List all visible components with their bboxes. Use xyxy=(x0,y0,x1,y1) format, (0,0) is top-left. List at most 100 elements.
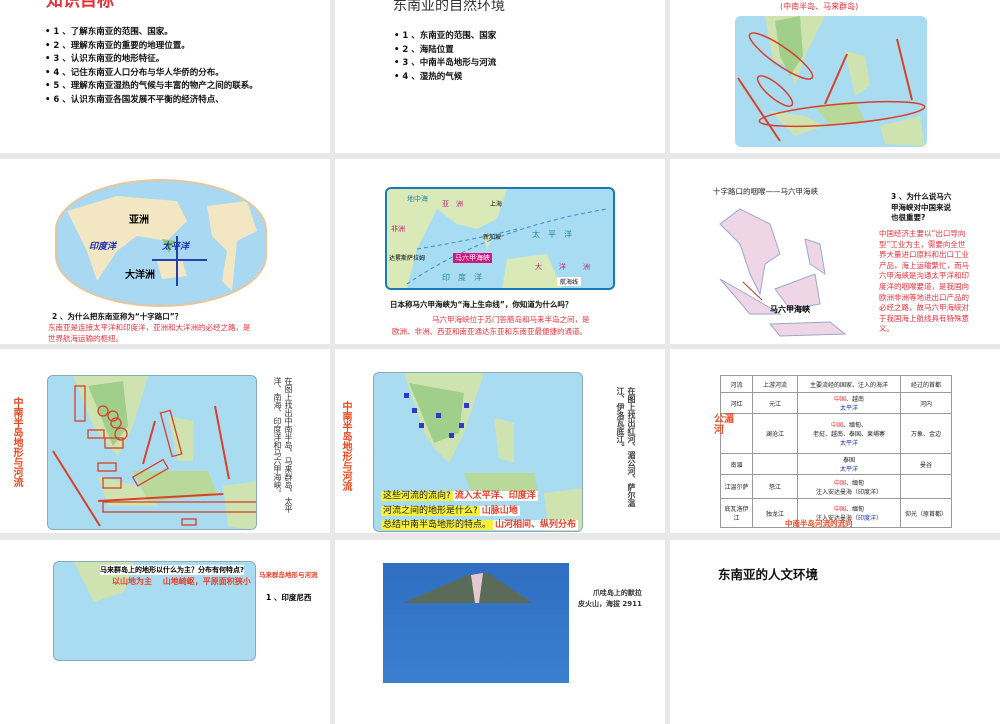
answer-line: 六甲海峡是沟通太平洋和印 xyxy=(879,271,969,281)
slide-1[interactable]: 知识目标 • 1 、了解东南亚的范围、国家。 • 2 、理解东南亚的重要的地理位… xyxy=(0,0,330,153)
answer-line: 欧洲、非洲、西亚和南亚通达东亚和东南亚最便捷的通道。 xyxy=(392,327,587,336)
map-label-asia: 亚洲 xyxy=(129,215,149,226)
slide-title: 东南亚的自然环境 xyxy=(393,0,505,14)
cell: 中国、缅甸 注入安达曼海（印度洋） xyxy=(797,474,901,499)
question: 马来群岛上的地形以什么为主？分布有何特点? xyxy=(100,565,245,575)
list-item: 1 、印度尼西 xyxy=(266,593,312,602)
table-header: 上游河流 xyxy=(752,375,798,393)
qa-question: 这些河流的流向? xyxy=(381,491,453,501)
instruction-text: 在图上找出中南半岛、马来群岛、太平洋、南海、印度洋和马六甲海峡。 xyxy=(273,377,293,513)
photo-caption: 爪哇岛上的默拉 皮火山，海拔 2911 xyxy=(578,588,642,610)
map-label: 新加坡 xyxy=(483,234,502,241)
slide-7[interactable]: 中南半岛地形与河流 在图上找出中南半岛、马来群岛、太平洋、南海、印度洋和马六甲海 xyxy=(0,349,330,533)
slide-6[interactable]: 十字路口的咽喉——马六甲海峡 马六甲海峡 3 、为什么说马六 甲海峡对中国来说 … xyxy=(670,159,1000,344)
list-item: • 3 、中南半岛地形与河流 xyxy=(394,58,497,69)
map-label-oceania: 大洋洲 xyxy=(125,270,155,281)
list-item: • 2 、理解东南亚的重要的地理位置。 xyxy=(45,40,190,51)
answer-line: 型”工业为主，需要向全世 xyxy=(879,239,966,249)
qa-row: 总结中南半岛地形的特点。 山河相间、纵列分布 xyxy=(381,516,579,531)
answer-line: 马六甲海峡位于苏门答腊岛和马来半岛之间，是 xyxy=(432,315,590,324)
answer-line: 于我国海上航线具有特殊意 xyxy=(879,313,969,323)
slide-8[interactable]: 中南半岛地形与河流 这些河流的流向? 流入太平洋、印度洋 河流之间的地形是什么? 山… xyxy=(335,349,665,533)
table-header: 河流 xyxy=(720,375,753,393)
slide-2[interactable]: 东南亚的自然环境 • 1 、东南亚的范围、国家 • 2 、海陆位置 • 3 、中… xyxy=(335,0,665,153)
cell: 曼谷 xyxy=(900,453,952,475)
table-row: 江温尔萨 怒江 中国、缅甸 注入安达曼海（印度洋） xyxy=(720,474,952,499)
question-line: 3 、为什么说马六 xyxy=(891,192,952,201)
slide-5[interactable]: 地中海 亚 洲 上海 非洲 新加坡 达累斯萨拉姆 马六甲海峡 太 平 洋 印 度… xyxy=(335,159,665,344)
side-label: 公湄河 xyxy=(714,414,734,436)
cell: 澜沧江 xyxy=(752,413,798,454)
qa-answer: 流入太平洋、印度洋 xyxy=(452,491,538,501)
legend-shipping-line: 航海线 xyxy=(557,277,582,286)
list-item: • 1 、了解东南亚的范围、国家。 xyxy=(45,27,173,37)
list-item: • 3 、认识东南亚的地形特征。 xyxy=(45,54,165,65)
cell: 仰光（原首都） xyxy=(900,498,952,528)
qa-answer: 山脉山地 xyxy=(479,506,520,516)
cell: 元江 xyxy=(752,392,798,414)
instruction-text: 在图上找出红河、湄公河、萨尔温江、伊洛瓦底江。 xyxy=(616,387,636,507)
cell xyxy=(752,453,798,475)
table-row: 南湄 泰国 太平洋 曼谷 xyxy=(720,453,952,475)
slide-title: 东南亚的人文环境 xyxy=(718,567,819,582)
question-line: 甲海峡对中国来说 xyxy=(891,202,951,212)
slide-subtitle: (中南半岛、马来群岛) xyxy=(780,2,859,11)
qa-row: 河流之间的地形是什么? 山脉山地 xyxy=(381,502,520,517)
cell: 中国、缅甸、 老挝、越南、泰国、柬埔寨 太平洋 xyxy=(797,413,901,454)
slide-4[interactable]: 亚洲 印度洋 太平洋 大洋洲 2 、为什么把东南亚称为“十字路口”？ 东南亚是连… xyxy=(0,159,330,344)
list-item: • 5 、理解东南亚湿热的气候与丰富的物产之间的联系。 xyxy=(45,81,258,92)
cell: 南湄 xyxy=(720,453,753,475)
map-label: 非洲 xyxy=(391,225,405,233)
answer-line: 中国经济主要以“出口导向 xyxy=(879,229,966,238)
cell: 河内 xyxy=(900,392,952,414)
list-item: • 6 、认识东南亚各国发展不平衡的经济特点、 xyxy=(45,94,224,105)
answer-line: 欧洲非洲等地进出口产品的 xyxy=(879,292,969,302)
slide-title: 十字路口的咽喉——马六甲海峡 xyxy=(713,187,818,196)
cell: 底瓦洛伊江 xyxy=(720,498,753,528)
slide-title: 知识目标 xyxy=(46,0,114,11)
map-label: 洲 xyxy=(583,263,590,271)
cell: 怒江 xyxy=(752,474,798,499)
answer-line: 度洋的咽喉要道，是我国向 xyxy=(879,281,969,291)
cell: 河红 xyxy=(720,392,753,414)
answer-line: 必经之路，故马六甲海峡对 xyxy=(879,303,969,313)
cell: 泰国 太平洋 xyxy=(797,453,901,475)
objectives-list: • 1 、了解东南亚的范围、国家。 • 2 、理解东南亚的重要的地理位置。 • … xyxy=(45,26,258,108)
volcano-photo xyxy=(383,563,569,683)
map-label: 印 度 洋 xyxy=(442,273,482,282)
slide-9[interactable]: 河流 上游河流 主要流经的国家、注入的海洋 经过的首都 河红 元江 中国、越南太… xyxy=(670,349,1000,533)
malacca-map xyxy=(719,208,847,337)
strait-label: 马六甲海峡 xyxy=(453,253,492,263)
slide-12[interactable]: 东南亚的人文环境 xyxy=(670,540,1000,724)
list-item: • 4 、湿热的气候 xyxy=(394,71,463,82)
outline-list: • 1 、东南亚的范围、国家 • 2 、海陆位置 • 3 、中南半岛地形与河流 … xyxy=(394,30,496,84)
answer-line: 义。 xyxy=(879,324,894,334)
cell: 江温尔萨 xyxy=(720,474,753,499)
table-header: 经过的首都 xyxy=(900,375,952,393)
list-item: • 2 、海陆位置 xyxy=(394,44,454,55)
slide-10[interactable]: 马来群岛上的地形以什么为主？分布有何特点? 以山地为主 山地崎岖，平原面积狭小 … xyxy=(0,540,330,724)
answer: 以山地为主 山地崎岖，平原面积狭小 xyxy=(112,577,251,586)
side-title: 中南半岛地形与河流 xyxy=(340,401,351,491)
cell: 中国、越南 太平洋 xyxy=(797,392,901,414)
map-label-indian-ocean: 印度洋 xyxy=(89,242,117,252)
slide-3[interactable]: (中南半岛、马来群岛) xyxy=(670,0,1000,153)
map-label: 地中海 xyxy=(407,195,428,203)
qa-question: 总结中南半岛地形的特点。 xyxy=(381,520,494,530)
malay-archipelago-map: 马来群岛上的地形以什么为主？分布有何特点? 以山地为主 山地崎岖，平原面积狭小 xyxy=(53,561,256,661)
table-header: 主要流经的国家、注入的海洋 xyxy=(797,375,901,393)
question: 2 、为什么把东南亚称为“十字路口”？ xyxy=(52,312,183,321)
side-label: 马来群岛地形与河流 xyxy=(259,571,318,579)
answer-line: 界大量进口原料和出口工业 xyxy=(879,250,969,260)
question: 日本称马六甲海峡为“海上生命线”，你知道为什么吗？ xyxy=(390,300,573,309)
slide-11[interactable]: 爪哇岛上的默拉 皮火山，海拔 2911 xyxy=(335,540,665,724)
qa-question: 河流之间的地形是什么? xyxy=(381,506,480,516)
answer: 东南亚是连接太平洋和印度洋，亚洲和大洋洲的必经之路，是 世界航海运输的枢纽。 xyxy=(48,322,251,344)
shipping-routes-map: 地中海 亚 洲 上海 非洲 新加坡 达累斯萨拉姆 马六甲海峡 太 平 洋 印 度… xyxy=(385,187,615,290)
table-caption: 中南半岛河流的流向 xyxy=(785,519,853,528)
answer: 中国经济主要以“出口导向 型”工业为主，需要向全世 界大量进口原料和出口工业 产… xyxy=(879,229,969,335)
map-label: 上海 xyxy=(490,201,503,208)
map-label: 达累斯萨拉姆 xyxy=(389,255,426,262)
terrain-map xyxy=(47,375,257,530)
strait-label: 马六甲海峡 xyxy=(770,305,810,314)
